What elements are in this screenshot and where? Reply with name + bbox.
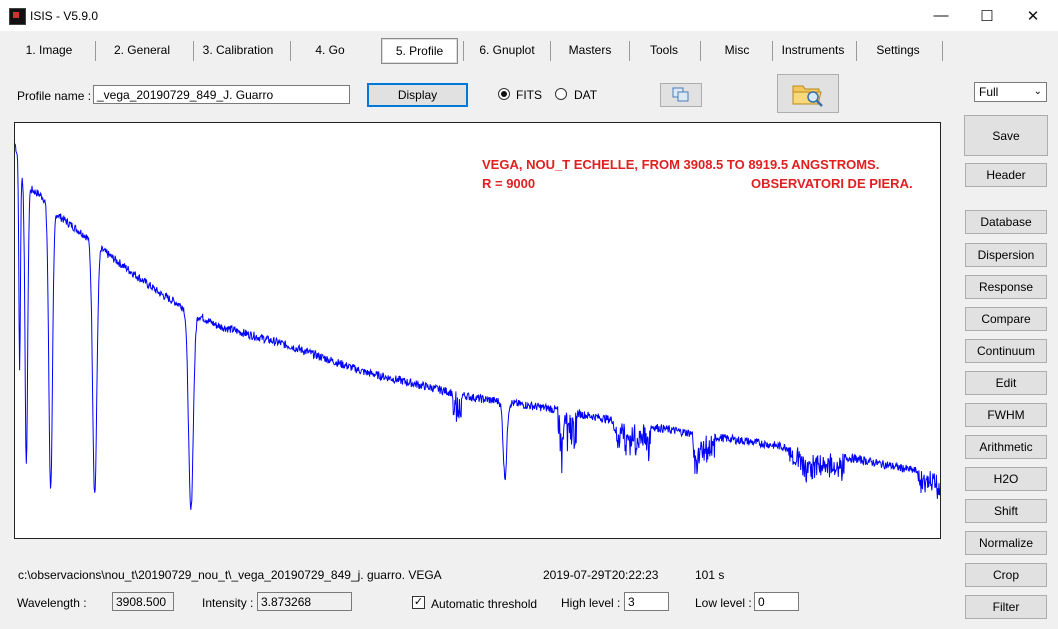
plot-annotation-title: VEGA, NOU_T ECHELLE, FROM 3908.5 TO 8919… <box>482 157 880 172</box>
tab-separator <box>193 41 194 61</box>
spectrum-line <box>15 143 940 510</box>
dat-radio[interactable] <box>555 88 567 100</box>
low-level-label: Low level : <box>695 596 752 610</box>
save-button[interactable]: Save <box>964 115 1048 156</box>
shift-button[interactable]: Shift <box>965 499 1047 523</box>
compare-button[interactable]: Compare <box>965 307 1047 331</box>
tab-go[interactable]: 4. Go <box>300 38 360 62</box>
chevron-down-icon: ⌄ <box>1033 86 1042 97</box>
copy-icon <box>672 87 689 102</box>
tab-strip: 1. Image 2. General 3. Calibration 4. Go… <box>0 38 1058 64</box>
maximize-button[interactable]: ☐ <box>964 0 1010 31</box>
low-level-input[interactable]: 0 <box>754 592 799 611</box>
wavelength-label: Wavelength : <box>17 596 87 610</box>
dat-radio-label: DAT <box>574 88 598 102</box>
plot-annotation-resolution: R = 9000 <box>482 176 536 191</box>
wavelength-field: 3908.500 <box>112 592 174 611</box>
tab-image[interactable]: 1. Image <box>14 38 84 62</box>
tab-profile[interactable]: 5. Profile <box>381 38 458 64</box>
arithmetic-button[interactable]: Arithmetic <box>965 435 1047 459</box>
observation-datetime: 2019-07-29T20:22:23 <box>543 568 659 582</box>
zoom-select[interactable]: Full ⌄ <box>974 82 1047 102</box>
title-bar <box>0 0 1058 31</box>
fwhm-button[interactable]: FWHM <box>965 403 1047 427</box>
zoom-select-value: Full <box>979 85 999 99</box>
copy-button[interactable] <box>660 83 702 107</box>
database-button[interactable]: Database <box>965 210 1047 234</box>
fits-radio[interactable] <box>498 88 510 100</box>
display-button[interactable]: Display <box>367 83 468 107</box>
filter-button[interactable]: Filter <box>965 595 1047 619</box>
fits-radio-label: FITS <box>516 88 542 102</box>
open-file-button[interactable] <box>777 74 839 113</box>
file-path: c:\observacions\nou_t\20190729_nou_t\_ve… <box>18 568 442 582</box>
tab-instruments[interactable]: Instruments <box>778 38 848 62</box>
response-button[interactable]: Response <box>965 275 1047 299</box>
minimize-button[interactable]: — <box>918 0 964 31</box>
tab-separator <box>550 41 551 61</box>
tab-separator <box>629 41 630 61</box>
dispersion-button[interactable]: Dispersion <box>965 243 1047 267</box>
tab-settings[interactable]: Settings <box>866 38 930 62</box>
h2o-button[interactable]: H2O <box>965 467 1047 491</box>
tab-masters[interactable]: Masters <box>558 38 622 62</box>
tab-general[interactable]: 2. General <box>106 38 178 62</box>
automatic-threshold-label: Automatic threshold <box>431 597 538 611</box>
tab-separator <box>290 41 291 61</box>
tab-separator <box>772 41 773 61</box>
tab-separator <box>942 41 943 61</box>
app-icon <box>9 8 26 25</box>
folder-magnifier-icon <box>792 85 823 107</box>
intensity-field: 3.873268 <box>257 592 352 611</box>
exposure-time: 101 s <box>695 568 725 582</box>
normalize-button[interactable]: Normalize <box>965 531 1047 555</box>
tab-separator <box>700 41 701 61</box>
tab-calibration[interactable]: 3. Calibration <box>200 38 276 62</box>
tab-separator <box>856 41 857 61</box>
high-level-input[interactable]: 3 <box>624 592 669 611</box>
close-button[interactable]: ✕ <box>1010 0 1056 31</box>
plot-annotation-observatory: OBSERVATORI DE PIERA. <box>751 176 913 191</box>
edit-button[interactable]: Edit <box>965 371 1047 395</box>
tab-tools[interactable]: Tools <box>638 38 690 62</box>
automatic-threshold-checkbox[interactable]: ✓ <box>412 596 425 609</box>
spectrum-plot[interactable]: VEGA, NOU_T ECHELLE, FROM 3908.5 TO 8919… <box>14 122 941 539</box>
high-level-label: High level : <box>561 596 621 610</box>
tab-misc[interactable]: Misc <box>712 38 762 62</box>
crop-button[interactable]: Crop <box>965 563 1047 587</box>
window-title: ISIS - V5.9.0 <box>30 9 99 23</box>
continuum-button[interactable]: Continuum <box>965 339 1047 363</box>
tab-gnuplot[interactable]: 6. Gnuplot <box>474 38 540 62</box>
tab-separator <box>95 41 96 61</box>
profile-name-input[interactable]: _vega_20190729_849_J. Guarro <box>93 85 350 104</box>
header-button[interactable]: Header <box>965 163 1047 187</box>
profile-name-label: Profile name : <box>17 89 92 103</box>
tab-separator <box>463 41 464 61</box>
intensity-label: Intensity : <box>202 596 254 610</box>
